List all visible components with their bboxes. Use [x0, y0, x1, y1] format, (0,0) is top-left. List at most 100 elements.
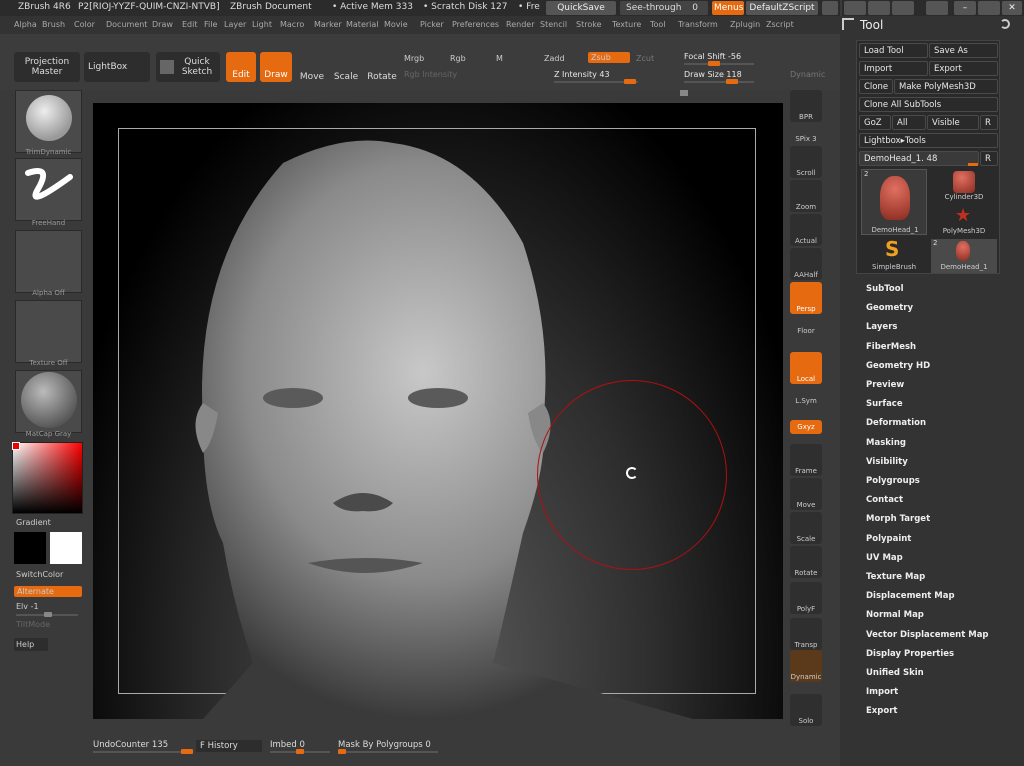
dynamic-button[interactable]: Dynamic: [790, 70, 825, 79]
focal-shift-track[interactable]: [684, 61, 754, 66]
persp-button[interactable]: Persp: [790, 282, 822, 314]
menu-document[interactable]: Document: [106, 20, 147, 29]
menu-edit[interactable]: Edit: [182, 20, 198, 29]
help-icon[interactable]: [822, 1, 838, 15]
menu-texture[interactable]: Texture: [612, 20, 641, 29]
alternate-button[interactable]: Alternate: [14, 586, 82, 597]
load-tool-button[interactable]: Load Tool: [859, 43, 928, 58]
save-as-button[interactable]: Save As: [929, 43, 998, 58]
mask-by-polygroups-thumb[interactable]: [338, 749, 346, 754]
floor-button[interactable]: Floor: [790, 316, 822, 336]
zadd-button[interactable]: Zadd: [544, 54, 565, 63]
canvas-viewport[interactable]: [93, 103, 783, 719]
zoom-button[interactable]: Zoom: [790, 180, 822, 212]
subpalette-displacement-map[interactable]: Displacement Map: [866, 591, 955, 601]
edit-button[interactable]: Edit: [226, 52, 256, 82]
tool-thumb-demohead-2[interactable]: 2 DemoHead_1: [931, 239, 997, 273]
m-button[interactable]: M: [496, 54, 503, 63]
subpalette-unified-skin[interactable]: Unified Skin: [866, 668, 924, 678]
layout-icon[interactable]: [868, 1, 890, 15]
primary-color-swatch[interactable]: [14, 532, 46, 564]
aahalf-button[interactable]: AAHalf: [790, 248, 822, 280]
elv-thumb[interactable]: [44, 612, 52, 617]
polyf-button[interactable]: PolyF: [790, 582, 822, 614]
move-button[interactable]: Move: [790, 478, 822, 510]
make-polymesh-button[interactable]: Make PolyMesh3D: [894, 79, 998, 94]
subpalette-fibermesh[interactable]: FiberMesh: [866, 342, 916, 352]
import-button[interactable]: Import: [859, 61, 928, 76]
menu-color[interactable]: Color: [74, 20, 95, 29]
secondary-color-swatch[interactable]: [50, 532, 82, 564]
imbed-track[interactable]: [270, 749, 330, 754]
gxyz-button[interactable]: Gxyz: [790, 420, 822, 434]
subpalette-polygroups[interactable]: Polygroups: [866, 476, 920, 486]
tool-thumb-polymesh[interactable]: ★ PolyMesh3D: [931, 205, 997, 237]
subpalette-surface[interactable]: Surface: [866, 399, 903, 409]
gear-icon[interactable]: [892, 1, 914, 15]
zsub-button[interactable]: Zsub: [588, 52, 630, 63]
spix-3-button[interactable]: SPix 3: [790, 124, 822, 144]
subpalette-visibility[interactable]: Visibility: [866, 457, 908, 467]
bpr-button[interactable]: BPR: [790, 90, 822, 122]
subpalette-texture-map[interactable]: Texture Map: [866, 572, 925, 582]
subpalette-morph-target[interactable]: Morph Target: [866, 514, 930, 524]
subpalette-masking[interactable]: Masking: [866, 438, 906, 448]
subpalette-export[interactable]: Export: [866, 706, 897, 716]
brush-thumbnail[interactable]: [15, 90, 82, 153]
subpalette-geometry-hd[interactable]: Geometry HD: [866, 361, 930, 371]
scale-button[interactable]: Scale: [790, 512, 822, 544]
subpalette-uv-map[interactable]: UV Map: [866, 553, 903, 563]
l-sym-button[interactable]: L.Sym: [790, 386, 822, 406]
move-button[interactable]: Move: [298, 52, 326, 82]
zcut-button[interactable]: Zcut: [636, 54, 654, 63]
subpalette-subtool[interactable]: SubTool: [866, 284, 904, 294]
subpalette-geometry[interactable]: Geometry: [866, 303, 913, 313]
undo-counter-thumb[interactable]: [181, 749, 193, 754]
z-intensity-slider[interactable]: Z Intensity 43: [554, 70, 610, 79]
menu-alpha[interactable]: Alpha: [14, 20, 37, 29]
texture-thumbnail[interactable]: [15, 300, 82, 363]
menu-layer[interactable]: Layer: [224, 20, 246, 29]
tool-thumb-cylinder[interactable]: Cylinder3D: [931, 169, 997, 203]
menu-render[interactable]: Render: [506, 20, 534, 29]
maximize-icon[interactable]: [978, 1, 1000, 15]
menu-stencil[interactable]: Stencil: [540, 20, 567, 29]
subpalette-contact[interactable]: Contact: [866, 495, 903, 505]
defaultzscript-button[interactable]: DefaultZScript: [746, 1, 818, 15]
frame-button[interactable]: Frame: [790, 444, 822, 476]
subpalette-import[interactable]: Import: [866, 687, 898, 697]
imbed-thumb[interactable]: [296, 749, 304, 754]
current-tool-slider[interactable]: DemoHead_1. 48: [859, 151, 979, 166]
menu-movie[interactable]: Movie: [384, 20, 408, 29]
rotate-button[interactable]: Rotate: [790, 546, 822, 578]
subpalette-normal-map[interactable]: Normal Map: [866, 610, 924, 620]
z-intensity-track[interactable]: [554, 79, 638, 84]
menu-marker[interactable]: Marker: [314, 20, 342, 29]
goz-visible-button[interactable]: Visible: [927, 115, 979, 130]
mrgb-button[interactable]: Mrgb: [404, 54, 424, 63]
color-picker[interactable]: [12, 442, 83, 514]
undo-counter-slider[interactable]: UndoCounter 135: [93, 740, 168, 750]
goz-button[interactable]: GoZ: [859, 115, 891, 130]
rgb-intensity-slider[interactable]: Rgb Intensity: [404, 70, 457, 79]
local-button[interactable]: Local: [790, 352, 822, 384]
see-through-slider[interactable]: See-through 0: [620, 1, 708, 15]
lightbox-tools-button[interactable]: Lightbox▸Tools: [859, 133, 998, 148]
menus-button[interactable]: Menus: [712, 1, 744, 15]
gradient-button[interactable]: Gradient: [16, 518, 51, 527]
minimize-icon[interactable]: –: [954, 1, 976, 15]
draw-size-slider[interactable]: Draw Size 118: [684, 70, 742, 79]
scroll-button[interactable]: Scroll: [790, 146, 822, 178]
quicksave-button[interactable]: QuickSave: [546, 1, 616, 15]
draw-size-track[interactable]: [684, 79, 754, 84]
projection-master-button[interactable]: Projection Master: [14, 52, 80, 82]
alpha-thumbnail[interactable]: [15, 230, 82, 293]
tool-thumb-demohead[interactable]: 2 DemoHead_1: [861, 169, 927, 235]
subpalette-layers[interactable]: Layers: [866, 322, 897, 332]
goz-r-button[interactable]: R: [980, 115, 998, 130]
z-intensity-thumb[interactable]: [624, 79, 636, 84]
draw-button[interactable]: Draw: [260, 52, 292, 82]
switchcolor-button[interactable]: SwitchColor: [16, 570, 63, 579]
menu-light[interactable]: Light: [252, 20, 272, 29]
menu-zplugin[interactable]: Zplugin: [730, 20, 760, 29]
